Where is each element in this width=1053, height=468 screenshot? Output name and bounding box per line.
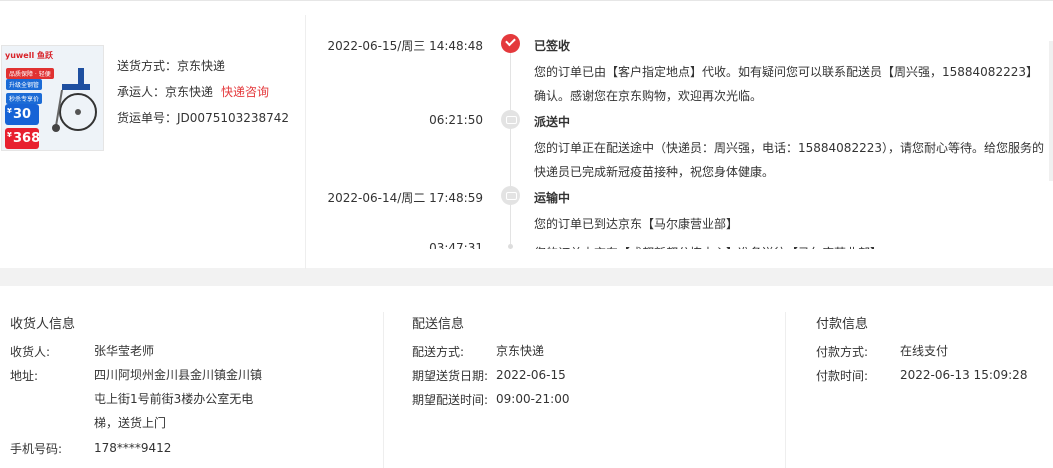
- field-label: 期望送货日期:: [412, 369, 489, 383]
- address-line: 四川阿坝州金川县金川镇金川镇: [94, 368, 263, 382]
- payment-time: 2022-06-13 15:09:28: [900, 368, 1028, 382]
- shipment-panel: yuwell 鱼跃 品质保障 · 轻便 升级全钢管 秒杀专享价 ¥30 ¥368…: [0, 0, 1053, 269]
- divider: [383, 312, 384, 468]
- address-line: 屯上街1号前街3楼办公室无电: [94, 392, 254, 406]
- order-info-panel: 收货人信息 收货人: 张华莹老师 地址: 四川阿坝州金川县金川镇金川镇 屯上街1…: [0, 286, 1053, 468]
- receiver-info: 收货人信息 收货人: 张华莹老师 地址: 四川阿坝州金川县金川镇金川镇 屯上街1…: [10, 286, 380, 468]
- field-label: 地址:: [10, 369, 39, 383]
- field-label: 付款时间:: [816, 369, 869, 383]
- receiver-phone: 178****9412: [94, 441, 172, 455]
- price-badge: ¥30: [5, 104, 39, 125]
- carrier-row: 承运人：京东快递 快递咨询: [117, 85, 270, 99]
- delivery-icon: [501, 110, 520, 129]
- divider: [785, 312, 786, 468]
- check-icon: [501, 34, 520, 53]
- timeline-time: 2022-06-15/周三 14:48:48: [327, 39, 484, 53]
- price-badge: ¥368: [5, 128, 40, 149]
- timeline-description: 您的订单已到达京东【马尔康营业部】: [534, 217, 739, 231]
- shipping-summary: 送货方式：京东快递 承运人：京东快递 快递咨询 货运单号：JD0075103238…: [117, 58, 289, 136]
- tracking-timeline[interactable]: 2022-06-15/周三 14:48:48 已签收 您的订单已由【客户指定地点…: [305, 15, 1053, 249]
- field-label: 付款方式:: [816, 345, 869, 359]
- dot-icon: [508, 244, 513, 249]
- timeline-status: 派送中: [534, 115, 571, 129]
- delivery-method: 京东快递: [496, 344, 545, 358]
- timeline-scrollbar[interactable]: [1049, 41, 1053, 181]
- truck-icon: [501, 186, 520, 205]
- shipping-method-row: 送货方式：京东快递: [117, 59, 226, 73]
- timeline-time: 06:21:50: [429, 113, 483, 127]
- timeline-time: 2022-06-14/周二 17:48:59: [327, 191, 484, 205]
- wheelchair-icon: [52, 68, 97, 132]
- field-label: 手机号码:: [10, 442, 63, 456]
- timeline-description: 您的订单已由【客户指定地点】代收。如有疑问您可以联系配送员【周兴强，158840…: [534, 65, 1038, 103]
- section-title: 收货人信息: [10, 317, 76, 332]
- receiver-name: 张华莹老师: [94, 344, 155, 358]
- delivery-date: 2022-06-15: [496, 368, 566, 382]
- field-label: 配送方式:: [412, 345, 465, 359]
- section-title: 配送信息: [412, 317, 465, 332]
- product-thumbnail[interactable]: yuwell 鱼跃 品质保障 · 轻便 升级全钢管 秒杀专享价 ¥30 ¥368: [1, 45, 104, 151]
- timeline-time: 03:47:31: [429, 241, 483, 249]
- payment-info: 付款信息 付款方式: 在线支付 付款时间: 2022-06-13 15:09:2…: [816, 286, 1046, 468]
- timeline-description: 您的订单正在配送途中（快递员：周兴强，电话：15884082223），请您耐心等…: [534, 141, 1044, 179]
- delivery-time: 09:00-21:00: [496, 392, 570, 406]
- field-label: 期望配送时间:: [412, 393, 489, 407]
- timeline-status: 运输中: [534, 191, 571, 205]
- product-chip: 品质保障 · 轻便: [6, 68, 54, 79]
- courier-consult-link[interactable]: 快递咨询: [221, 85, 269, 99]
- product-brand: yuwell 鱼跃: [5, 51, 53, 60]
- section-title: 付款信息: [816, 317, 869, 332]
- timeline-status: 已签收: [534, 39, 571, 53]
- product-chip: 升级全钢管: [6, 79, 43, 90]
- timeline-description: 您的订单由京东【成都新都分拣中心】准备送往【马尔康营业部】: [534, 241, 1049, 249]
- waybill-row: 货运单号：JD0075103238742: [117, 111, 290, 125]
- timeline-line: [510, 53, 511, 249]
- delivery-info: 配送信息 配送方式: 京东快递 期望送货日期: 2022-06-15 期望配送时…: [412, 286, 782, 468]
- payment-method: 在线支付: [900, 344, 949, 358]
- field-label: 收货人:: [10, 345, 51, 359]
- address-line: 梯，送货上门: [94, 416, 167, 430]
